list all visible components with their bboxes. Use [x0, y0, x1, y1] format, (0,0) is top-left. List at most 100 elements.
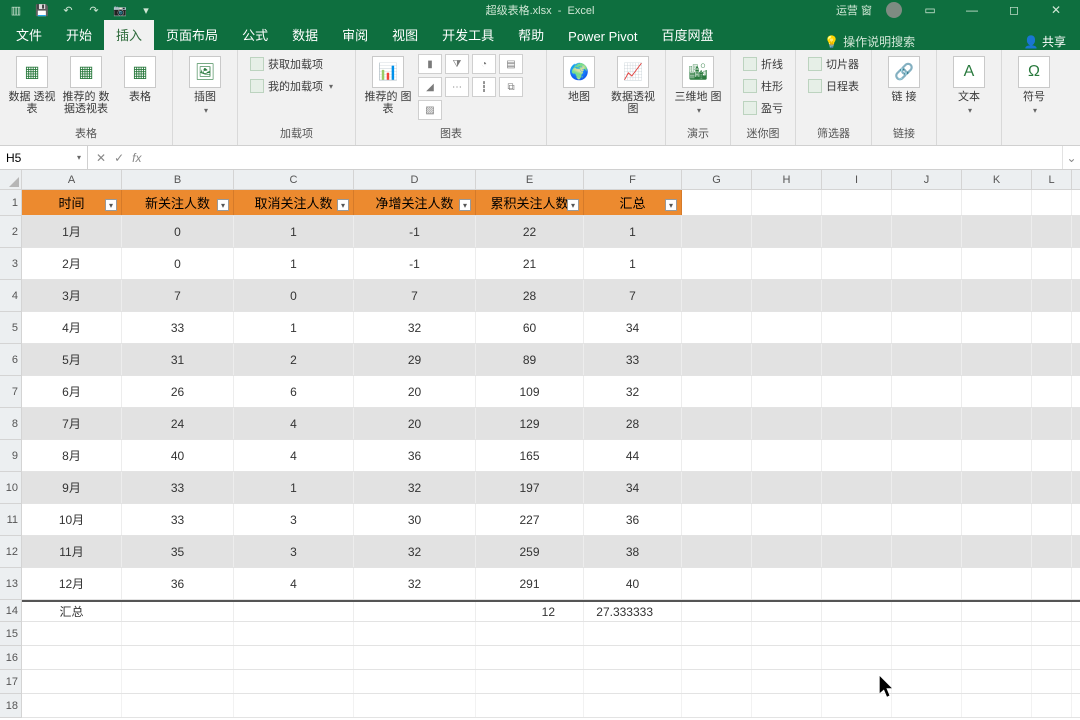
- cell[interactable]: [22, 694, 122, 717]
- recommended-pivot-button[interactable]: ▦推荐的 数据透视表: [62, 54, 110, 115]
- cell[interactable]: [476, 670, 584, 693]
- cell[interactable]: [354, 694, 476, 717]
- cell[interactable]: -1: [354, 248, 476, 279]
- row-header[interactable]: 18: [0, 694, 21, 718]
- timeline-button[interactable]: 日程表: [804, 76, 863, 96]
- column-header[interactable]: K: [962, 170, 1032, 189]
- cell[interactable]: [234, 646, 354, 669]
- cell[interactable]: [682, 408, 752, 439]
- row-header[interactable]: 9: [0, 440, 21, 472]
- cell[interactable]: 6月: [22, 376, 122, 407]
- row-header[interactable]: 16: [0, 646, 21, 670]
- cell[interactable]: [892, 472, 962, 503]
- cell[interactable]: [822, 504, 892, 535]
- cell[interactable]: 20: [354, 376, 476, 407]
- cell[interactable]: [1032, 622, 1072, 645]
- cell[interactable]: 29: [354, 344, 476, 375]
- cell[interactable]: [962, 376, 1032, 407]
- cell[interactable]: 新关注人数▾: [122, 190, 234, 215]
- cell[interactable]: [822, 602, 892, 621]
- cell[interactable]: 0: [122, 248, 234, 279]
- cell[interactable]: 28: [584, 408, 682, 439]
- cell[interactable]: [354, 646, 476, 669]
- column-header[interactable]: F: [584, 170, 682, 189]
- cell[interactable]: [1032, 504, 1072, 535]
- column-header[interactable]: H: [752, 170, 822, 189]
- cell[interactable]: [234, 694, 354, 717]
- name-box[interactable]: H5▾: [0, 146, 88, 169]
- cell[interactable]: 33: [122, 472, 234, 503]
- cell[interactable]: 3: [234, 536, 354, 567]
- filter-dropdown-icon[interactable]: ▾: [459, 199, 471, 211]
- cell[interactable]: 21: [476, 248, 584, 279]
- cell[interactable]: [682, 504, 752, 535]
- cell[interactable]: 2: [234, 344, 354, 375]
- cell[interactable]: [892, 536, 962, 567]
- row-header[interactable]: 14: [0, 600, 21, 622]
- row-header[interactable]: 10: [0, 472, 21, 504]
- cell[interactable]: [822, 646, 892, 669]
- cell[interactable]: [752, 568, 822, 599]
- row-header[interactable]: 13: [0, 568, 21, 600]
- cell[interactable]: [822, 440, 892, 471]
- column-header[interactable]: B: [122, 170, 234, 189]
- sparkline-winloss-button[interactable]: 盈亏: [739, 98, 787, 118]
- cell[interactable]: [822, 216, 892, 247]
- cell[interactable]: [892, 694, 962, 717]
- cell[interactable]: [752, 280, 822, 311]
- cell[interactable]: [476, 646, 584, 669]
- column-header[interactable]: D: [354, 170, 476, 189]
- cell[interactable]: [892, 440, 962, 471]
- cell[interactable]: 26: [122, 376, 234, 407]
- cell[interactable]: 1: [234, 248, 354, 279]
- cell[interactable]: [892, 622, 962, 645]
- tab-插入[interactable]: 插入: [104, 19, 154, 50]
- cell[interactable]: 1: [234, 216, 354, 247]
- slicer-button[interactable]: 切片器: [804, 54, 863, 74]
- cell[interactable]: 32: [584, 376, 682, 407]
- row-header[interactable]: 12: [0, 536, 21, 568]
- cell[interactable]: [1032, 312, 1072, 343]
- cell[interactable]: 89: [476, 344, 584, 375]
- row-header[interactable]: 15: [0, 622, 21, 646]
- 3dmap-button[interactable]: 🏙三维地 图▾: [674, 54, 722, 115]
- cell[interactable]: 34: [584, 312, 682, 343]
- cell[interactable]: [22, 646, 122, 669]
- cell[interactable]: [822, 536, 892, 567]
- cell[interactable]: [1032, 694, 1072, 717]
- cell[interactable]: 7: [122, 280, 234, 311]
- cell[interactable]: [962, 280, 1032, 311]
- recommended-charts-button[interactable]: 📊推荐的 图表: [364, 54, 412, 115]
- tab-百度网盘[interactable]: 百度网盘: [650, 19, 726, 50]
- cell[interactable]: 32: [354, 472, 476, 503]
- cell[interactable]: 33: [122, 312, 234, 343]
- cell[interactable]: [584, 670, 682, 693]
- cell[interactable]: [962, 602, 1032, 621]
- cell[interactable]: 109: [476, 376, 584, 407]
- cell[interactable]: [1032, 472, 1072, 503]
- cell[interactable]: [962, 190, 1032, 215]
- cell[interactable]: 4: [234, 440, 354, 471]
- cell[interactable]: [892, 312, 962, 343]
- cell[interactable]: [682, 190, 752, 215]
- cell[interactable]: [752, 440, 822, 471]
- cell[interactable]: [892, 646, 962, 669]
- filter-dropdown-icon[interactable]: ▾: [105, 199, 117, 211]
- cell[interactable]: [682, 248, 752, 279]
- cell[interactable]: [682, 646, 752, 669]
- my-addins-button[interactable]: 我的加载项▾: [246, 76, 337, 96]
- cell[interactable]: 36: [122, 568, 234, 599]
- chart-gallery[interactable]: ▮⧩◔ ▤◢⋯ ┇⧉▨: [418, 54, 538, 120]
- cell[interactable]: 取消关注人数▾: [234, 190, 354, 215]
- tab-开发工具[interactable]: 开发工具: [430, 19, 506, 50]
- cell[interactable]: 44: [584, 440, 682, 471]
- cell[interactable]: [892, 602, 962, 621]
- cell[interactable]: [1032, 646, 1072, 669]
- tab-数据[interactable]: 数据: [280, 19, 330, 50]
- cell[interactable]: [892, 344, 962, 375]
- row-header[interactable]: 7: [0, 376, 21, 408]
- cell[interactable]: 20: [354, 408, 476, 439]
- sparkline-column-button[interactable]: 柱形: [739, 76, 787, 96]
- tab-文件[interactable]: 文件: [4, 19, 54, 50]
- cell[interactable]: [1032, 602, 1072, 621]
